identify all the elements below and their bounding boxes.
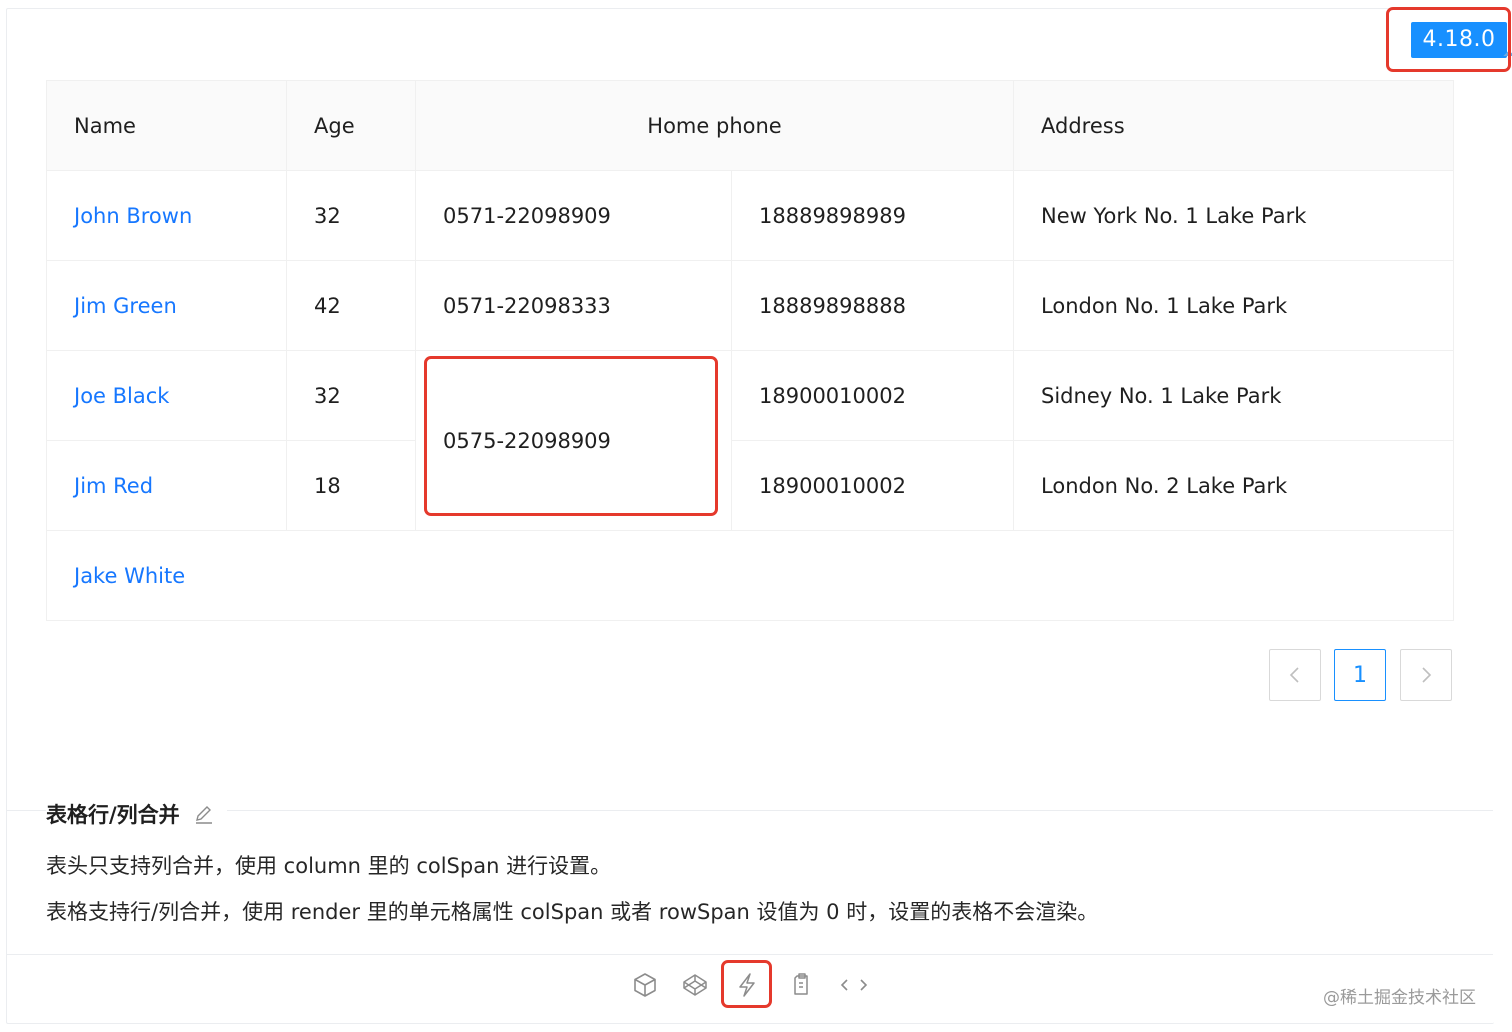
stackblitz-highlight (721, 960, 772, 1008)
address-cell: New York No. 1 Lake Park (1013, 170, 1455, 261)
watermark: @稀土掘金技术社区 (1323, 988, 1476, 1008)
description-line-2: 表格支持行/列合并，使用 render 里的单元格属性 colSpan 或者 r… (46, 900, 1099, 924)
name-link[interactable]: John Brown (74, 204, 192, 228)
phone-cell: 18889898888 (730, 260, 1015, 351)
phone-cell: 18900010002 (730, 440, 1015, 531)
pagination-page-1[interactable]: 1 (1334, 649, 1386, 701)
demo-title: 表格行/列合并 (46, 799, 227, 830)
address-cell: Sidney No. 1 Lake Park (1013, 350, 1455, 441)
codepen-icon[interactable] (680, 970, 710, 1000)
code-expand-icon[interactable] (838, 970, 870, 1000)
merged-cell-highlight (424, 356, 718, 516)
actions-divider (7, 954, 1493, 955)
table-row: Jake White (45, 530, 1455, 621)
merged-cells-table: Name Age Home phone Address John Brown 3… (45, 80, 1455, 621)
column-header-home-phone: Home phone (414, 80, 1015, 171)
tel-cell: 0571-22098909 (415, 170, 732, 261)
name-cell: Joe Black (46, 350, 287, 441)
name-link[interactable]: Jim Green (74, 294, 177, 318)
description-line-1: 表头只支持列合并，使用 column 里的 colSpan 进行设置。 (46, 854, 612, 878)
name-cell: Jim Red (46, 440, 287, 531)
age-cell: 32 (286, 350, 416, 441)
table-row: Jim Red 18 18900010002 London No. 2 Lake… (46, 440, 1455, 531)
address-cell: London No. 2 Lake Park (1013, 440, 1455, 531)
name-link[interactable]: Jim Red (74, 474, 153, 498)
pagination-prev-button[interactable] (1269, 649, 1321, 701)
phone-cell: 18889898989 (730, 170, 1015, 261)
age-cell: 18 (286, 440, 416, 531)
name-cell: Jim Green (46, 260, 287, 351)
edit-icon[interactable] (193, 803, 215, 830)
pagination-next-button[interactable] (1400, 649, 1452, 701)
table-row: Jim Green 42 0571-22098333 18889898888 L… (46, 260, 1455, 351)
column-header-address: Address (1013, 80, 1455, 171)
table-header-row: Name Age Home phone Address (46, 80, 1455, 171)
table-row: Joe Black 32 0575-22098909 18900010002 S… (46, 350, 1455, 531)
version-badge-highlight (1386, 7, 1511, 72)
name-link[interactable]: Jake White (74, 564, 185, 588)
copy-icon[interactable] (786, 970, 816, 1000)
meta-divider (7, 810, 1493, 811)
chevron-right-icon (1422, 667, 1432, 683)
column-header-age: Age (286, 80, 416, 171)
column-header-name: Name (46, 80, 287, 171)
demo-title-text: 表格行/列合并 (46, 803, 180, 827)
tel-cell: 0571-22098333 (415, 260, 732, 351)
address-cell: London No. 1 Lake Park (1013, 260, 1455, 351)
name-cell-merged: Jake White (45, 530, 1455, 621)
chevron-left-icon (1289, 667, 1299, 683)
table-row: John Brown 32 0571-22098909 18889898989 … (46, 170, 1455, 261)
name-cell: John Brown (46, 170, 287, 261)
age-cell: 32 (286, 170, 416, 261)
age-cell: 42 (286, 260, 416, 351)
phone-cell: 18900010002 (730, 350, 1015, 441)
codesandbox-icon[interactable] (630, 970, 660, 1000)
name-link[interactable]: Joe Black (74, 384, 169, 408)
